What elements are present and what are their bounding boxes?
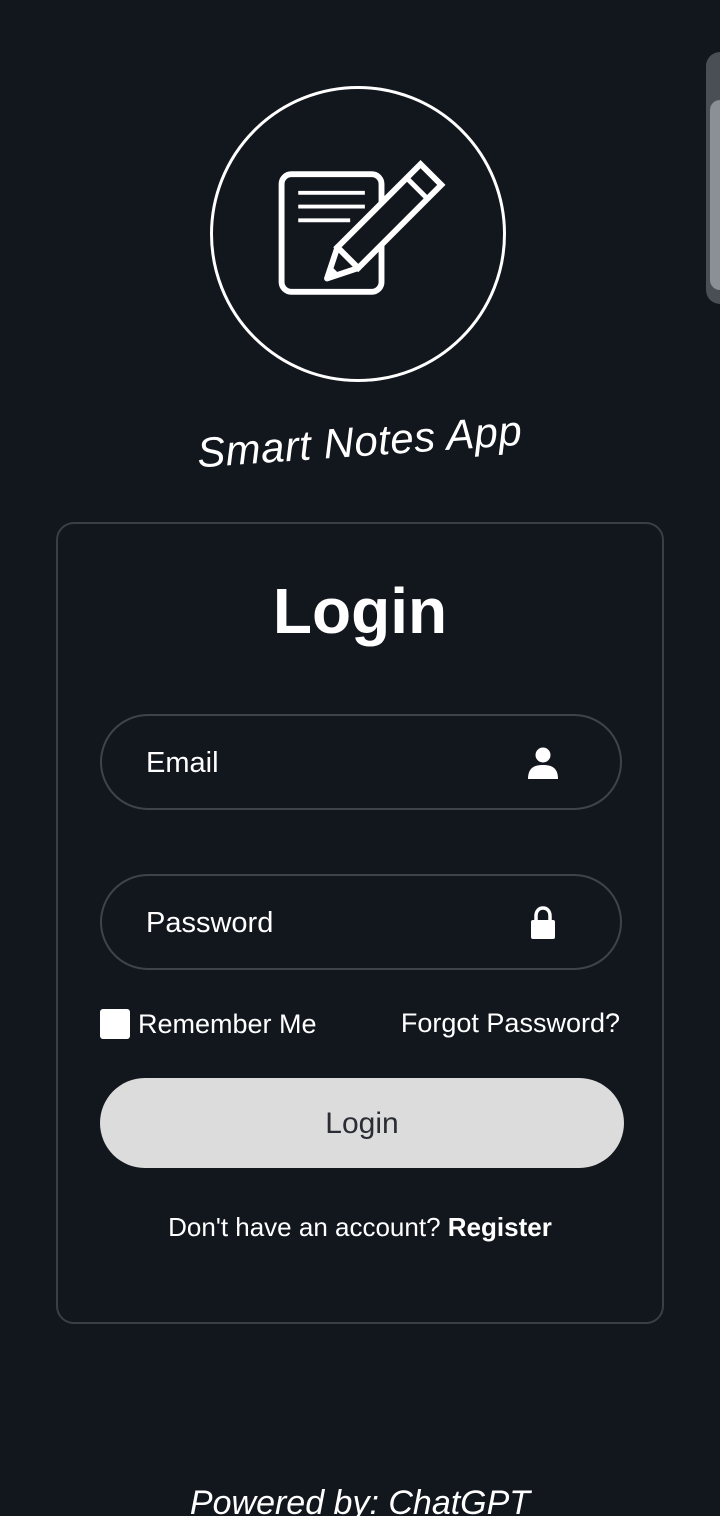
register-link[interactable]: Register: [448, 1212, 552, 1242]
remember-me-label: Remember Me: [138, 1008, 317, 1039]
lock-icon: [531, 906, 555, 939]
email-field[interactable]: [100, 714, 622, 810]
password-input[interactable]: [144, 876, 528, 970]
user-icon: [528, 747, 558, 779]
remember-me-checkbox[interactable]: [100, 1009, 130, 1039]
password-field[interactable]: [100, 874, 622, 970]
forgot-password-link[interactable]: Forgot Password?: [401, 1008, 620, 1039]
remember-me[interactable]: Remember Me: [100, 1006, 317, 1042]
login-screen: Smart Notes App Login Remember Me Forgot…: [0, 0, 720, 1516]
login-card: Login Remember Me Forgot Password? Login…: [56, 522, 664, 1324]
register-prompt: Don't have an account? Register: [58, 1212, 662, 1243]
edge-panel-handle[interactable]: [706, 52, 720, 304]
register-prompt-text: Don't have an account?: [168, 1212, 441, 1242]
app-logo: [210, 86, 506, 382]
login-button[interactable]: Login: [100, 1078, 624, 1168]
login-title: Login: [272, 575, 448, 647]
notepad-pencil-icon: [278, 159, 446, 295]
powered-by-footer: Powered by: ChatGPT: [189, 1484, 531, 1516]
app-name: Smart Notes App: [195, 406, 524, 477]
email-input[interactable]: [144, 716, 528, 810]
